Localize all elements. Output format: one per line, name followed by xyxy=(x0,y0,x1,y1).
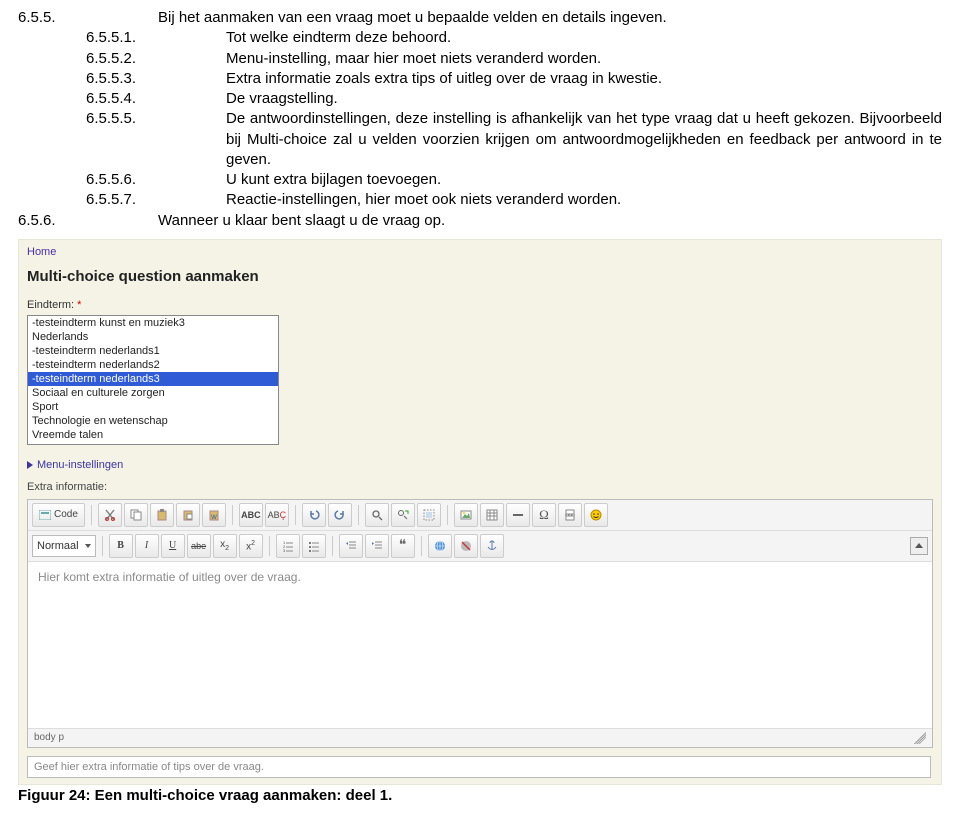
subscript-button[interactable]: x2 xyxy=(213,534,237,558)
source-code-button[interactable]: Code xyxy=(32,503,85,527)
toolbar-separator xyxy=(421,536,422,556)
copy-icon[interactable] xyxy=(124,503,148,527)
list-num: 6.5.5.2. xyxy=(52,49,226,69)
extra-informatie-label: Extra informatie: xyxy=(27,481,933,493)
svg-text:3: 3 xyxy=(283,548,286,552)
eindterm-label-text: Eindterm: xyxy=(27,299,74,311)
list-item[interactable]: Vreemde talen xyxy=(28,428,278,442)
link-button[interactable] xyxy=(428,534,452,558)
toolbar-separator xyxy=(332,536,333,556)
paste-word-icon[interactable]: W xyxy=(202,503,226,527)
list-item[interactable]: -testeindterm nederlands2 xyxy=(28,358,278,372)
unlink-button[interactable] xyxy=(454,534,478,558)
list-item[interactable]: Nederlands xyxy=(28,330,278,344)
caret-down-icon xyxy=(85,544,91,548)
cut-icon[interactable] xyxy=(98,503,122,527)
find-icon[interactable] xyxy=(365,503,389,527)
list-item[interactable]: Sociaal en culturele zorgen xyxy=(28,386,278,400)
paste-text-icon[interactable] xyxy=(176,503,200,527)
outdent-button[interactable] xyxy=(339,534,363,558)
replace-icon[interactable] xyxy=(391,503,415,527)
toolbar-separator xyxy=(358,505,359,525)
toolbar-separator xyxy=(295,505,296,525)
hr-icon[interactable] xyxy=(506,503,530,527)
paragraph-style-select[interactable]: Normaal xyxy=(32,535,96,557)
rich-text-editor: Code W ABC ABÇ xyxy=(27,499,933,748)
editor-toolbar-row1: Code W ABC ABÇ xyxy=(28,500,932,531)
strike-button[interactable]: abe xyxy=(187,534,211,558)
editor-content-area[interactable]: Hier komt extra informatie of uitleg ove… xyxy=(28,562,932,728)
italic-button[interactable]: I xyxy=(135,534,159,558)
image-icon[interactable] xyxy=(454,503,478,527)
eindterm-listbox[interactable]: -testeindterm kunst en muziek3 Nederland… xyxy=(27,315,279,445)
spellcheck-toggle-icon[interactable]: ABÇ xyxy=(265,503,289,527)
bullet-list-button[interactable] xyxy=(302,534,326,558)
anchor-button[interactable] xyxy=(480,534,504,558)
menu-instellingen-label: Menu-instellingen xyxy=(37,459,123,471)
toolbar-separator xyxy=(269,536,270,556)
list-num: 6.5.5.5. xyxy=(52,109,226,170)
eindterm-label: Eindterm: * xyxy=(27,299,933,311)
menu-instellingen-toggle[interactable]: Menu-instellingen xyxy=(27,459,933,471)
list-item-selected[interactable]: -testeindterm nederlands3 xyxy=(28,372,278,386)
smiley-icon[interactable] xyxy=(584,503,608,527)
list-num: 6.5.5.6. xyxy=(52,170,226,190)
list-num: 6.5.5.3. xyxy=(52,69,226,89)
list-num: 6.5.5.7. xyxy=(52,190,226,210)
triangle-up-icon xyxy=(915,543,923,548)
toolbar-separator xyxy=(91,505,92,525)
spellcheck-icon[interactable]: ABC xyxy=(239,503,263,527)
doc-instruction-block: 6.5.5. Bij het aanmaken van een vraag mo… xyxy=(0,0,960,235)
list-item[interactable]: Sport xyxy=(28,400,278,414)
svg-text:W: W xyxy=(211,515,217,521)
list-text: Bij het aanmaken van een vraag moet u be… xyxy=(158,8,942,28)
list-num: 6.5.5.4. xyxy=(52,89,226,109)
paste-icon[interactable] xyxy=(150,503,174,527)
list-item[interactable]: -testeindterm nederlands1 xyxy=(28,344,278,358)
triangle-right-icon xyxy=(27,461,33,469)
pagebreak-icon[interactable] xyxy=(558,503,582,527)
list-text: Extra informatie zoals extra tips of uit… xyxy=(226,69,942,89)
list-text: Reactie-instellingen, hier moet ook niet… xyxy=(226,190,942,210)
app-screenshot-panel: Home Multi-choice question aanmaken Eind… xyxy=(18,239,942,785)
required-asterisk: * xyxy=(77,299,81,311)
toolbar-separator xyxy=(232,505,233,525)
list-text: Tot welke eindterm deze behoord. xyxy=(226,28,942,48)
bold-button[interactable]: B xyxy=(109,534,133,558)
undo-icon[interactable] xyxy=(302,503,326,527)
redo-icon[interactable] xyxy=(328,503,352,527)
list-text: De antwoordinstellingen, deze instelling… xyxy=(226,109,942,170)
list-text: Menu-instelling, maar hier moet niets ve… xyxy=(226,49,942,69)
table-icon[interactable] xyxy=(480,503,504,527)
resize-grip-icon[interactable] xyxy=(914,732,926,744)
source-code-label: Code xyxy=(54,509,78,520)
list-num: 6.5.5.1. xyxy=(52,28,226,48)
list-num: 6.5.5. xyxy=(18,8,158,28)
toolbar-separator xyxy=(102,536,103,556)
list-num: 6.5.6. xyxy=(18,211,158,231)
style-select-value: Normaal xyxy=(37,540,79,552)
editor-status-bar: body p xyxy=(28,728,932,747)
breadcrumb-home[interactable]: Home xyxy=(27,246,933,258)
toolbar-separator xyxy=(447,505,448,525)
list-item[interactable]: -testeindterm kunst en muziek3 xyxy=(28,316,278,330)
editor-toolbar-row2: Normaal B I U abe x2 x2 123 ❝ xyxy=(28,531,932,562)
list-item[interactable]: Technologie en wetenschap xyxy=(28,414,278,428)
toolbar-collapse-button[interactable] xyxy=(910,537,928,555)
extra-info-hint-input[interactable] xyxy=(27,756,931,778)
blockquote-button[interactable]: ❝ xyxy=(391,534,415,558)
superscript-button[interactable]: x2 xyxy=(239,534,263,558)
indent-button[interactable] xyxy=(365,534,389,558)
figure-caption: Figuur 24: Een multi-choice vraag aanmak… xyxy=(0,785,960,814)
underline-button[interactable]: U xyxy=(161,534,185,558)
list-text: Wanneer u klaar bent slaagt u de vraag o… xyxy=(158,211,942,231)
specialchar-icon[interactable]: Ω xyxy=(532,503,556,527)
selectall-icon[interactable] xyxy=(417,503,441,527)
page-title: Multi-choice question aanmaken xyxy=(27,268,933,285)
editor-element-path: body p xyxy=(34,732,64,743)
list-text: De vraagstelling. xyxy=(226,89,942,109)
list-text: U kunt extra bijlagen toevoegen. xyxy=(226,170,942,190)
numbered-list-button[interactable]: 123 xyxy=(276,534,300,558)
